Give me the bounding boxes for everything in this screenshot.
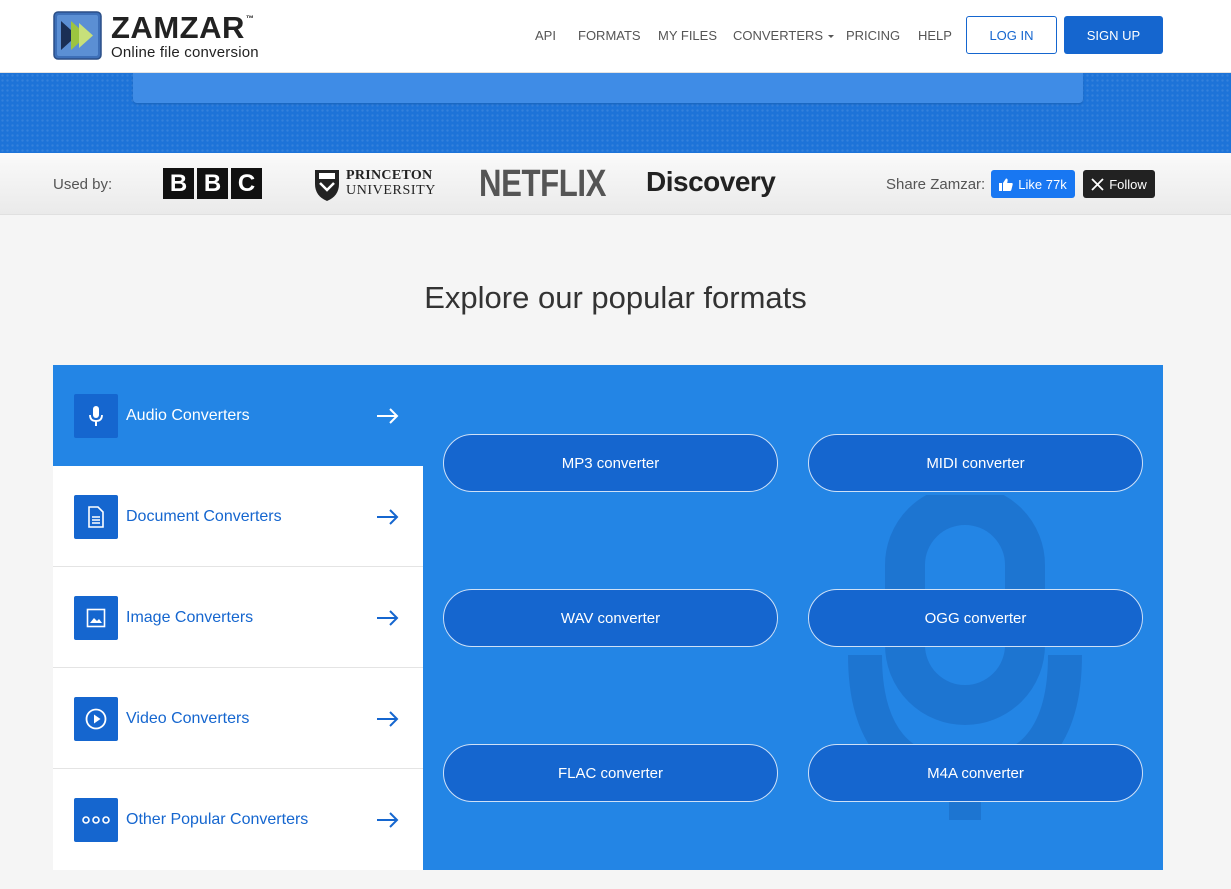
category-other[interactable]: Other Popular Converters bbox=[53, 769, 423, 870]
logo-name: ZAMZAR bbox=[111, 9, 245, 45]
follow-label: Follow bbox=[1109, 176, 1147, 192]
hero-banner bbox=[0, 73, 1231, 153]
nav-converters-label: CONVERTERS bbox=[733, 28, 824, 43]
microphone-icon bbox=[74, 394, 118, 438]
x-follow-button[interactable]: Follow bbox=[1083, 170, 1155, 198]
used-by-label: Used by: bbox=[53, 176, 113, 193]
category-label: Document Converters bbox=[126, 508, 282, 525]
more-dots-icon bbox=[74, 798, 118, 842]
midi-converter-button[interactable]: MIDI converter bbox=[808, 434, 1143, 492]
nav-help[interactable]: HELP bbox=[918, 28, 952, 43]
log-in-button[interactable]: LOG IN bbox=[966, 16, 1057, 54]
nav-pricing[interactable]: PRICING bbox=[846, 28, 900, 43]
sign-up-button[interactable]: SIGN UP bbox=[1064, 16, 1163, 54]
bbc-letter: C bbox=[231, 168, 262, 199]
discovery-logo: Discovery bbox=[646, 166, 776, 197]
category-label: Other Popular Converters bbox=[126, 811, 309, 828]
logo-trademark: ™ bbox=[245, 13, 255, 23]
nav-formats[interactable]: FORMATS bbox=[578, 28, 641, 43]
flac-converter-button[interactable]: FLAC converter bbox=[443, 744, 778, 802]
princeton-shield-icon bbox=[315, 170, 339, 201]
category-menu: Audio Converters Document Converters Ima… bbox=[53, 365, 423, 870]
nav-my-files[interactable]: MY FILES bbox=[658, 28, 717, 43]
arrow-right-icon bbox=[377, 812, 399, 828]
thumbs-up-icon bbox=[999, 178, 1014, 191]
converter-panel: Audio Converters Document Converters Ima… bbox=[53, 365, 1163, 870]
category-label: Video Converters bbox=[126, 710, 250, 727]
arrow-right-icon bbox=[377, 711, 399, 727]
nav-converters[interactable]: CONVERTERS bbox=[733, 28, 835, 43]
category-label: Image Converters bbox=[126, 609, 254, 626]
upload-panel-bottom bbox=[133, 73, 1083, 103]
section-title: Explore our popular formats bbox=[424, 280, 807, 315]
ogg-converter-button[interactable]: OGG converter bbox=[808, 589, 1143, 647]
bbc-logo: B B C bbox=[163, 168, 262, 199]
bbc-letter: B bbox=[163, 168, 194, 199]
princeton-line1: PRINCETON bbox=[346, 168, 433, 184]
site-header: ZAMZAR ™ Online file conversion API FORMA… bbox=[0, 0, 1231, 73]
netflix-logo: NETFLIX bbox=[479, 163, 606, 205]
x-logo-icon bbox=[1091, 177, 1104, 191]
category-audio[interactable]: Audio Converters bbox=[53, 365, 423, 466]
category-document[interactable]: Document Converters bbox=[53, 466, 423, 567]
wav-converter-button[interactable]: WAV converter bbox=[443, 589, 778, 647]
mp3-converter-button[interactable]: MP3 converter bbox=[443, 434, 778, 492]
m4a-converter-button[interactable]: M4A converter bbox=[808, 744, 1143, 802]
category-label: Audio Converters bbox=[126, 407, 250, 424]
zamzar-logo-icon bbox=[53, 11, 102, 60]
arrow-right-icon bbox=[377, 610, 399, 626]
image-icon bbox=[74, 596, 118, 640]
share-label: Share Zamzar: bbox=[886, 176, 986, 193]
zamzar-logo[interactable]: ZAMZAR ™ Online file conversion bbox=[53, 11, 259, 60]
category-video[interactable]: Video Converters bbox=[53, 668, 423, 769]
arrow-right-icon bbox=[377, 509, 399, 525]
category-image[interactable]: Image Converters bbox=[53, 567, 423, 668]
nav-api[interactable]: API bbox=[535, 28, 556, 43]
caret-down-icon bbox=[828, 35, 835, 39]
bbc-letter: B bbox=[197, 168, 228, 199]
logo-tagline: Online file conversion bbox=[111, 43, 259, 61]
play-icon bbox=[74, 697, 118, 741]
document-icon bbox=[74, 495, 118, 539]
princeton-logo: PRINCETON UNIVERSITY bbox=[314, 166, 436, 202]
princeton-line2: UNIVERSITY bbox=[346, 183, 436, 198]
arrow-right-icon bbox=[377, 408, 399, 424]
facebook-like-button[interactable]: Like 77k bbox=[991, 170, 1075, 198]
like-count: Like 77k bbox=[1018, 176, 1067, 192]
